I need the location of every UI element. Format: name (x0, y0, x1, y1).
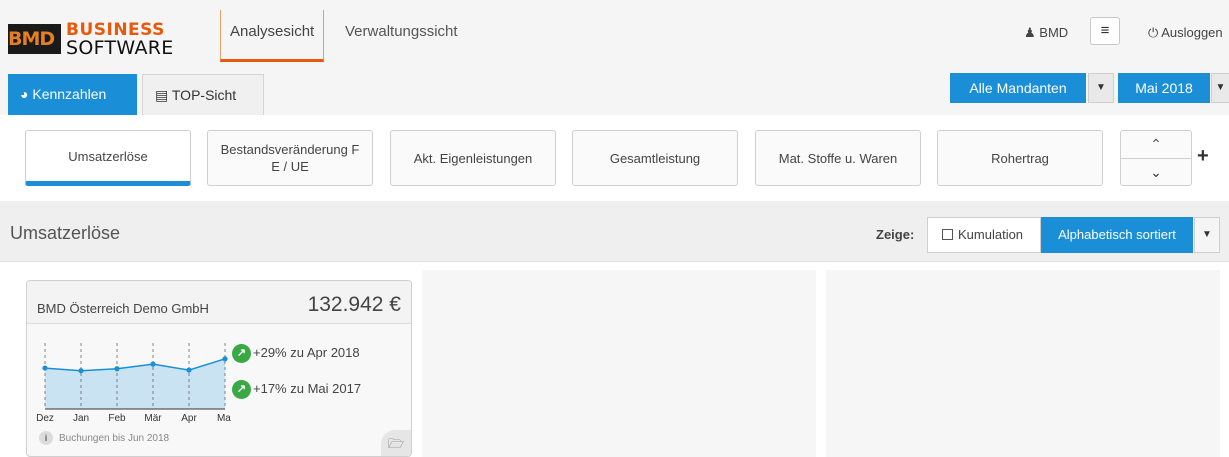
caret-down-icon: ▼ (1202, 229, 1212, 240)
power-icon: ⏻ (1148, 25, 1159, 40)
logout-button[interactable]: ⏻ Ausloggen (1148, 25, 1223, 41)
company-card[interactable]: BMD Österreich Demo GmbH 132.942 € Dez Ja… (26, 280, 412, 457)
sort-dropdown-toggle[interactable]: ▼ (1194, 217, 1220, 253)
data-point (42, 365, 48, 371)
trend-up-icon: ↗ (232, 344, 251, 363)
kpi-umsatzerloese[interactable]: Umsatzerlöse (25, 130, 191, 186)
caret-down-icon: ▼ (1096, 82, 1106, 93)
cumulation-label: Kumulation (958, 227, 1024, 242)
trend-up-icon: ↗ (232, 380, 251, 399)
tab-kennzahlen-label: Kennzahlen (32, 86, 107, 102)
period-select-button[interactable]: Mai 2018 (1118, 73, 1210, 103)
chevron-up-icon[interactable]: ⌃ (1121, 131, 1191, 159)
trend-text: +17% zu Mai 2017 (253, 380, 362, 396)
data-point (78, 368, 84, 374)
trend-vs-prev-month: ↗ +29% zu Apr 2018 (232, 344, 360, 363)
x-tick-label: Feb (108, 413, 126, 423)
user-name: BMD (1039, 25, 1069, 40)
tab-top-sicht[interactable]: ▤ TOP-Sicht (142, 74, 264, 115)
cards-area: BMD Österreich Demo GmbH 132.942 € Dez Ja… (0, 262, 1229, 457)
folder-open-icon[interactable]: 🗁 (381, 430, 411, 456)
data-point (114, 366, 120, 372)
view-tabs-bar: ◕ Kennzahlen ▤ TOP-Sicht Alle Mandanten … (0, 62, 1229, 116)
sort-button[interactable]: Alphabetisch sortiert (1041, 217, 1193, 253)
section-header: Umsatzerlöse Zeige: Kumulation Alphabeti… (0, 201, 1229, 262)
data-point (150, 361, 156, 367)
menu-button[interactable]: ≡ (1090, 17, 1120, 45)
data-point (222, 356, 228, 362)
logout-label: Ausloggen (1161, 25, 1223, 40)
trend-text: +29% zu Apr 2018 (253, 344, 360, 360)
checkbox-icon (942, 229, 953, 240)
list-icon: ▤ (155, 87, 169, 103)
nav-tab-analysesicht[interactable]: Analysesicht (220, 10, 325, 62)
info-icon: i (39, 431, 53, 445)
add-kpi-button[interactable]: + (1197, 145, 1209, 168)
empty-card-slot (826, 270, 1220, 457)
logo-text-bottom: SOFTWARE (66, 37, 174, 59)
caret-down-icon: ▼ (1215, 82, 1226, 93)
cumulation-toggle[interactable]: Kumulation (927, 217, 1041, 253)
nav-tab-verwaltungssicht[interactable]: Verwaltungssicht (336, 10, 467, 62)
data-point (186, 367, 192, 373)
logo[interactable]: BMD BUSINESS SOFTWARE (8, 10, 178, 59)
app-header: BMD BUSINESS SOFTWARE Analysesicht Verwa… (0, 0, 1229, 63)
kpi-gesamtleistung[interactable]: Gesamtleistung (572, 130, 738, 186)
card-footer: i Buchungen bis Jun 2018 (39, 431, 169, 445)
kpi-rohertrag[interactable]: Rohertrag (937, 130, 1103, 186)
period-dropdown-toggle[interactable]: ▼ (1211, 73, 1229, 103)
user-menu[interactable]: ♟ BMD (1024, 25, 1068, 41)
tab-kennzahlen[interactable]: ◕ Kennzahlen (8, 74, 137, 115)
empty-card-slot (422, 270, 816, 457)
sparkline-chart: Dez Jan Feb Mär Apr Mai (36, 343, 231, 423)
show-label: Zeige: (876, 227, 915, 242)
kpi-scroll-control: ⌃ ⌄ (1120, 130, 1192, 186)
section-title: Umsatzerlöse (10, 223, 121, 243)
chevron-down-icon[interactable]: ⌄ (1121, 159, 1191, 186)
card-header: BMD Österreich Demo GmbH 132.942 € (27, 281, 411, 324)
x-tick-label: Mär (144, 413, 162, 423)
plus-icon: + (1197, 145, 1209, 167)
user-icon: ♟ (1024, 25, 1036, 40)
x-tick-label: Dez (36, 413, 54, 423)
client-select-button[interactable]: Alle Mandanten (950, 73, 1086, 103)
company-name: BMD Österreich Demo GmbH (37, 301, 209, 316)
x-tick-label: Apr (181, 413, 197, 423)
kpi-selector: Umsatzerlöse Bestandsveränderung F E / U… (0, 115, 1229, 202)
company-value: 132.942 € (307, 293, 401, 316)
x-tick-label: Mai (217, 413, 231, 423)
dashboard-icon: ◕ (20, 86, 29, 102)
kpi-bestandsveraenderung[interactable]: Bestandsveränderung F E / UE (207, 130, 373, 186)
hamburger-icon: ≡ (1100, 22, 1110, 39)
kpi-akt-eigenleistungen[interactable]: Akt. Eigenleistungen (390, 130, 556, 186)
x-tick-label: Jan (73, 413, 89, 423)
client-dropdown-toggle[interactable]: ▼ (1088, 73, 1114, 103)
kpi-mat-stoffe[interactable]: Mat. Stoffe u. Waren (755, 130, 921, 186)
tab-top-sicht-label: TOP-Sicht (171, 87, 237, 103)
footer-text: Buchungen bis Jun 2018 (59, 433, 170, 444)
logo-mark: BMD (8, 24, 61, 54)
trend-vs-prev-year: ↗ +17% zu Mai 2017 (232, 380, 361, 399)
